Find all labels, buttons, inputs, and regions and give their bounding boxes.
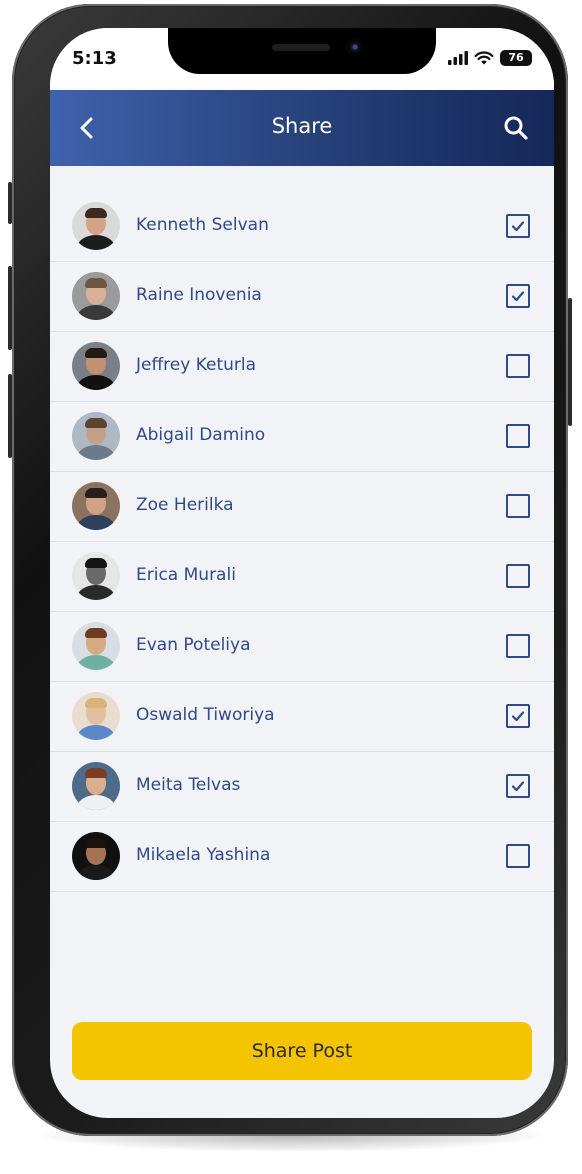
contact-name: Mikaela Yashina [136, 845, 271, 865]
contact-name: Abigail Damino [136, 425, 266, 445]
contact-checkbox[interactable] [506, 704, 530, 728]
contact-avatar [72, 412, 120, 460]
contact-row[interactable]: Kenneth Selvan [50, 192, 554, 262]
contact-name: Oswald Tiworiya [136, 705, 275, 725]
search-icon [504, 116, 528, 140]
contact-name: Raine Inovenia [136, 285, 262, 305]
page-title: Share [271, 114, 333, 138]
app-header: Share [50, 90, 554, 166]
contact-name: Zoe Herilka [136, 495, 234, 515]
contact-row[interactable]: Zoe Herilka [50, 472, 554, 542]
contact-list: Kenneth Selvan Raine Inovenia Jeffrey Ketu… [50, 192, 554, 892]
contact-avatar [72, 762, 120, 810]
front-camera [346, 38, 364, 56]
checkmark-icon [511, 291, 525, 302]
side-button-power [568, 298, 572, 426]
speaker-grille [272, 44, 330, 51]
contact-checkbox[interactable] [506, 634, 530, 658]
checkmark-icon [511, 221, 525, 232]
contact-checkbox[interactable] [506, 564, 530, 588]
contact-name: Erica Murali [136, 565, 236, 585]
contact-row[interactable]: Mikaela Yashina [50, 822, 554, 892]
signal-icon [448, 51, 468, 65]
phone-frame: 5:13 76 Share Kenneth Selvan Raine Inove… [8, 4, 572, 1136]
contact-name: Meita Telvas [136, 775, 241, 795]
checkmark-icon [511, 781, 525, 792]
contact-avatar [72, 272, 120, 320]
contact-avatar [72, 342, 120, 390]
contact-row[interactable]: Raine Inovenia [50, 262, 554, 332]
wifi-icon [474, 51, 494, 65]
side-button-silent [8, 182, 12, 224]
contact-avatar [72, 622, 120, 670]
contact-avatar [72, 482, 120, 530]
contact-row[interactable]: Evan Poteliya [50, 612, 554, 682]
contact-avatar [72, 692, 120, 740]
contact-checkbox[interactable] [506, 774, 530, 798]
status-icons: 76 [448, 50, 532, 66]
battery-icon: 76 [500, 50, 532, 66]
share-post-button[interactable]: Share Post [72, 1022, 532, 1080]
contact-checkbox[interactable] [506, 354, 530, 378]
contact-checkbox[interactable] [506, 284, 530, 308]
contact-row[interactable]: Abigail Damino [50, 402, 554, 472]
contact-row[interactable]: Erica Murali [50, 542, 554, 612]
device-stage: 5:13 76 Share Kenneth Selvan Raine Inove… [0, 0, 582, 1174]
app-screen: 5:13 76 Share Kenneth Selvan Raine Inove… [50, 28, 554, 1118]
contact-name: Jeffrey Keturla [136, 355, 257, 375]
contact-name: Evan Poteliya [136, 635, 251, 655]
contact-avatar [72, 552, 120, 600]
contact-avatar [72, 202, 120, 250]
contact-name: Kenneth Selvan [136, 215, 269, 235]
contact-row[interactable]: Meita Telvas [50, 752, 554, 822]
contact-checkbox[interactable] [506, 214, 530, 238]
side-button-volume-down [8, 374, 12, 458]
contact-checkbox[interactable] [506, 494, 530, 518]
search-button[interactable] [500, 112, 532, 144]
contact-row[interactable]: Oswald Tiworiya [50, 682, 554, 752]
contact-row[interactable]: Jeffrey Keturla [50, 332, 554, 402]
status-time: 5:13 [72, 48, 117, 69]
device-notch [168, 28, 436, 74]
contact-checkbox[interactable] [506, 424, 530, 448]
checkmark-icon [511, 711, 525, 722]
contact-avatar [72, 832, 120, 880]
contact-checkbox[interactable] [506, 844, 530, 868]
side-button-volume-up [8, 266, 12, 350]
